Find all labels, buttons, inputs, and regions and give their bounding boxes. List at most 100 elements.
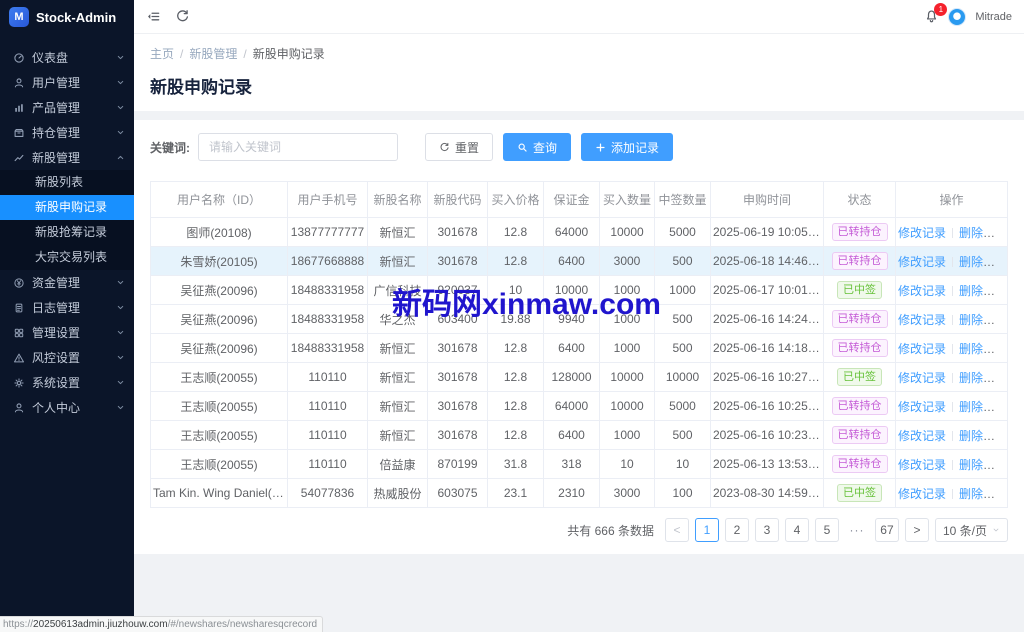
username[interactable]: Mitrade: [975, 11, 1012, 23]
delete-record-link[interactable]: 删除记录: [959, 458, 1006, 472]
cell-margin: 6400: [543, 246, 600, 276]
cell-time: 2025-06-18 14:46:29: [710, 246, 824, 276]
sidebar-item[interactable]: 管理设置: [0, 320, 134, 345]
edit-record-link[interactable]: 修改记录: [898, 429, 946, 443]
cell-code: 301678: [427, 246, 488, 276]
edit-record-link[interactable]: 修改记录: [898, 371, 946, 385]
add-record-button[interactable]: 添加记录: [581, 133, 674, 161]
delete-record-link[interactable]: 删除记录: [959, 429, 1006, 443]
table-row: 图师(20108) 13877777777 新恒汇 301678 12.8 64000 10…: [150, 217, 1008, 247]
sidebar-item-label: 风控设置: [32, 351, 81, 365]
column-header: 用户手机号: [287, 181, 368, 218]
sidebar-item[interactable]: 新股管理: [0, 145, 134, 170]
delete-record-link[interactable]: 删除记录: [959, 255, 1006, 269]
sidebar-item-label: 管理设置: [32, 326, 81, 340]
cell-price: 12.8: [487, 420, 544, 450]
reset-button[interactable]: 重置: [425, 133, 494, 161]
cell-margin: 6400: [543, 333, 600, 363]
delete-record-link[interactable]: 删除记录: [959, 342, 1006, 356]
cell-stock: 新恒汇: [367, 420, 428, 450]
cell-buy_qty: 10000: [599, 217, 655, 247]
cell-actions: 修改记录 删除记录: [895, 217, 1008, 247]
delete-record-link[interactable]: 删除记录: [959, 284, 1006, 298]
status-badge: 已中签: [837, 281, 882, 299]
sidebar-item[interactable]: 用户管理: [0, 70, 134, 95]
risk-icon: [13, 352, 25, 364]
delete-record-link[interactable]: 删除记录: [959, 226, 1006, 240]
edit-record-link[interactable]: 修改记录: [898, 226, 946, 240]
table-row: 王志顺(20055) 110110 新恒汇 301678 12.8 128000 10000…: [150, 362, 1008, 392]
page-button[interactable]: 4: [784, 518, 809, 542]
delete-record-link[interactable]: 删除记录: [959, 400, 1006, 414]
sidebar-item[interactable]: 日志管理: [0, 295, 134, 320]
cell-name: 吴征燕(20096): [150, 275, 288, 305]
sidebar-item[interactable]: 系统设置: [0, 370, 134, 395]
sidebar-subitem[interactable]: 大宗交易列表: [0, 245, 134, 270]
notifications-button[interactable]: 1: [924, 3, 948, 24]
cell-win_qty: 5000: [654, 391, 711, 421]
delete-record-link[interactable]: 删除记录: [959, 371, 1006, 385]
sidebar-submenu: 新股列表 新股申购记录 新股抢筹记录 大宗交易列表: [0, 170, 134, 270]
sidebar-item-label: 日志管理: [32, 301, 81, 315]
collapse-sidebar-icon[interactable]: [146, 9, 161, 24]
next-page-button[interactable]: >: [904, 518, 929, 542]
edit-record-link[interactable]: 修改记录: [898, 313, 946, 327]
page-button[interactable]: 3: [754, 518, 779, 542]
sidebar-item[interactable]: 风控设置: [0, 345, 134, 370]
breadcrumb-item[interactable]: 主页: [150, 45, 174, 62]
sidebar-item[interactable]: 产品管理: [0, 95, 134, 120]
keyword-label: 关键词:: [150, 140, 190, 155]
dashboard-icon: [13, 52, 25, 64]
sidebar-subitem[interactable]: 新股抢筹记录: [0, 220, 134, 245]
edit-record-link[interactable]: 修改记录: [898, 487, 946, 501]
breadcrumb-item: 新股申购记录: [252, 47, 325, 61]
filter-bar: 关键词: 重置 查询 添加记录: [150, 133, 1008, 161]
edit-record-link[interactable]: 修改记录: [898, 400, 946, 414]
sidebar-item[interactable]: 资金管理: [0, 270, 134, 295]
cell-phone: 18488331958: [287, 304, 368, 334]
edit-record-link[interactable]: 修改记录: [898, 284, 946, 298]
newshares-icon: [13, 152, 25, 164]
cell-name: 吴征燕(20096): [150, 304, 288, 334]
avatar[interactable]: [948, 7, 967, 26]
page-button[interactable]: 1: [694, 518, 719, 542]
edit-record-link[interactable]: 修改记录: [898, 458, 946, 472]
sidebar-subitem[interactable]: 新股列表: [0, 170, 134, 195]
cell-price: 12.8: [487, 217, 544, 247]
page-size-select[interactable]: 10 条/页: [934, 518, 1008, 542]
cell-buy_qty: 1000: [599, 420, 655, 450]
admin-settings-icon: [13, 327, 25, 339]
sidebar-item[interactable]: 仪表盘: [0, 45, 134, 70]
search-button[interactable]: 查询: [503, 133, 572, 161]
table-row: 王志顺(20055) 110110 倍益康 870199 31.8 318 10 10 2025…: [150, 449, 1008, 479]
page-button[interactable]: 2: [724, 518, 749, 542]
funds-icon: [13, 277, 25, 289]
action-divider: [952, 373, 954, 384]
breadcrumb-item[interactable]: 新股管理: [189, 45, 237, 62]
cell-win_qty: 100: [654, 478, 711, 508]
sidebar-item[interactable]: 持仓管理: [0, 120, 134, 145]
refresh-icon[interactable]: [175, 9, 190, 24]
delete-record-link[interactable]: 删除记录: [959, 313, 1006, 327]
keyword-input[interactable]: [198, 133, 398, 161]
sidebar-item[interactable]: 个人中心: [0, 395, 134, 420]
sidebar-item-label: 系统设置: [32, 376, 81, 390]
page-button[interactable]: 5: [814, 518, 839, 542]
products-icon: [13, 102, 25, 114]
cell-status: 已转持仓: [823, 420, 896, 450]
table-row: 王志顺(20055) 110110 新恒汇 301678 12.8 64000 10000 5…: [150, 391, 1008, 421]
edit-record-link[interactable]: 修改记录: [898, 255, 946, 269]
action-divider: [952, 344, 954, 355]
cell-price: 12.8: [487, 362, 544, 392]
page-button[interactable]: 67: [874, 518, 899, 542]
edit-record-link[interactable]: 修改记录: [898, 342, 946, 356]
column-header: 新股代码: [427, 181, 488, 218]
chevron-down-icon: [992, 526, 1000, 534]
delete-record-link[interactable]: 删除记录: [959, 487, 1006, 501]
sidebar-item-label: 资金管理: [32, 276, 81, 290]
prev-page-button[interactable]: <: [664, 518, 689, 542]
cell-margin: 9940: [543, 304, 600, 334]
cell-status: 已中签: [823, 362, 896, 392]
sidebar-subitem[interactable]: 新股申购记录: [0, 195, 134, 220]
column-header: 买入数量: [599, 181, 655, 218]
